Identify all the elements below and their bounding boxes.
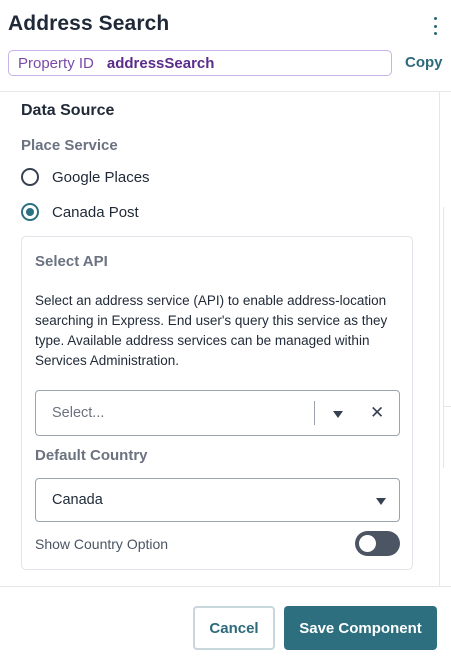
select-api-title: Select API [35,253,108,270]
place-service-label: Place Service [21,137,118,154]
show-country-option-toggle[interactable] [355,531,400,556]
select-api-description: Select an address service (API) to enabl… [35,293,388,368]
radio-unchecked-icon[interactable] [21,168,39,186]
section-title: Data Source [21,102,115,119]
caret-down-icon[interactable] [376,498,386,505]
radio-canada-post[interactable]: Canada Post [21,202,139,222]
property-id-value: addressSearch [106,54,215,72]
close-icon[interactable]: ✕ [370,404,384,421]
default-country-label: Default Country [35,447,148,464]
save-component-button[interactable]: Save Component [284,606,437,650]
property-id-label: Property ID [18,54,94,72]
select-divider [314,401,315,425]
toggle-knob [359,535,376,552]
copy-button[interactable]: Copy [405,54,443,71]
select-api-dropdown[interactable]: Select... ✕ [35,390,400,436]
radio-checked-icon[interactable] [21,203,39,221]
panel-header: Address Search Property ID addressSearch… [0,0,451,92]
select-api-placeholder: Select... [52,405,105,421]
radio-label: Google Places [52,168,150,186]
default-country-select[interactable]: Canada [35,478,400,522]
kebab-menu-icon[interactable] [429,16,441,36]
page-title: Address Search [8,12,170,35]
radio-label: Canada Post [52,203,139,221]
caret-down-icon[interactable] [333,411,343,418]
radio-google-places[interactable]: Google Places [21,167,150,187]
select-api-card: Select API Select an address service (AP… [21,236,413,570]
default-country-value: Canada [52,492,103,508]
adjacent-panel-border [443,406,451,468]
panel-footer: Cancel Save Component [0,586,451,660]
settings-scroll-area[interactable]: Data Source Place Service Google Places … [0,92,440,586]
cancel-button[interactable]: Cancel [193,606,275,650]
panel-body: Data Source Place Service Google Places … [0,92,451,586]
property-id-field[interactable]: Property ID addressSearch [8,50,392,76]
show-country-option-label: Show Country Option [35,536,169,552]
